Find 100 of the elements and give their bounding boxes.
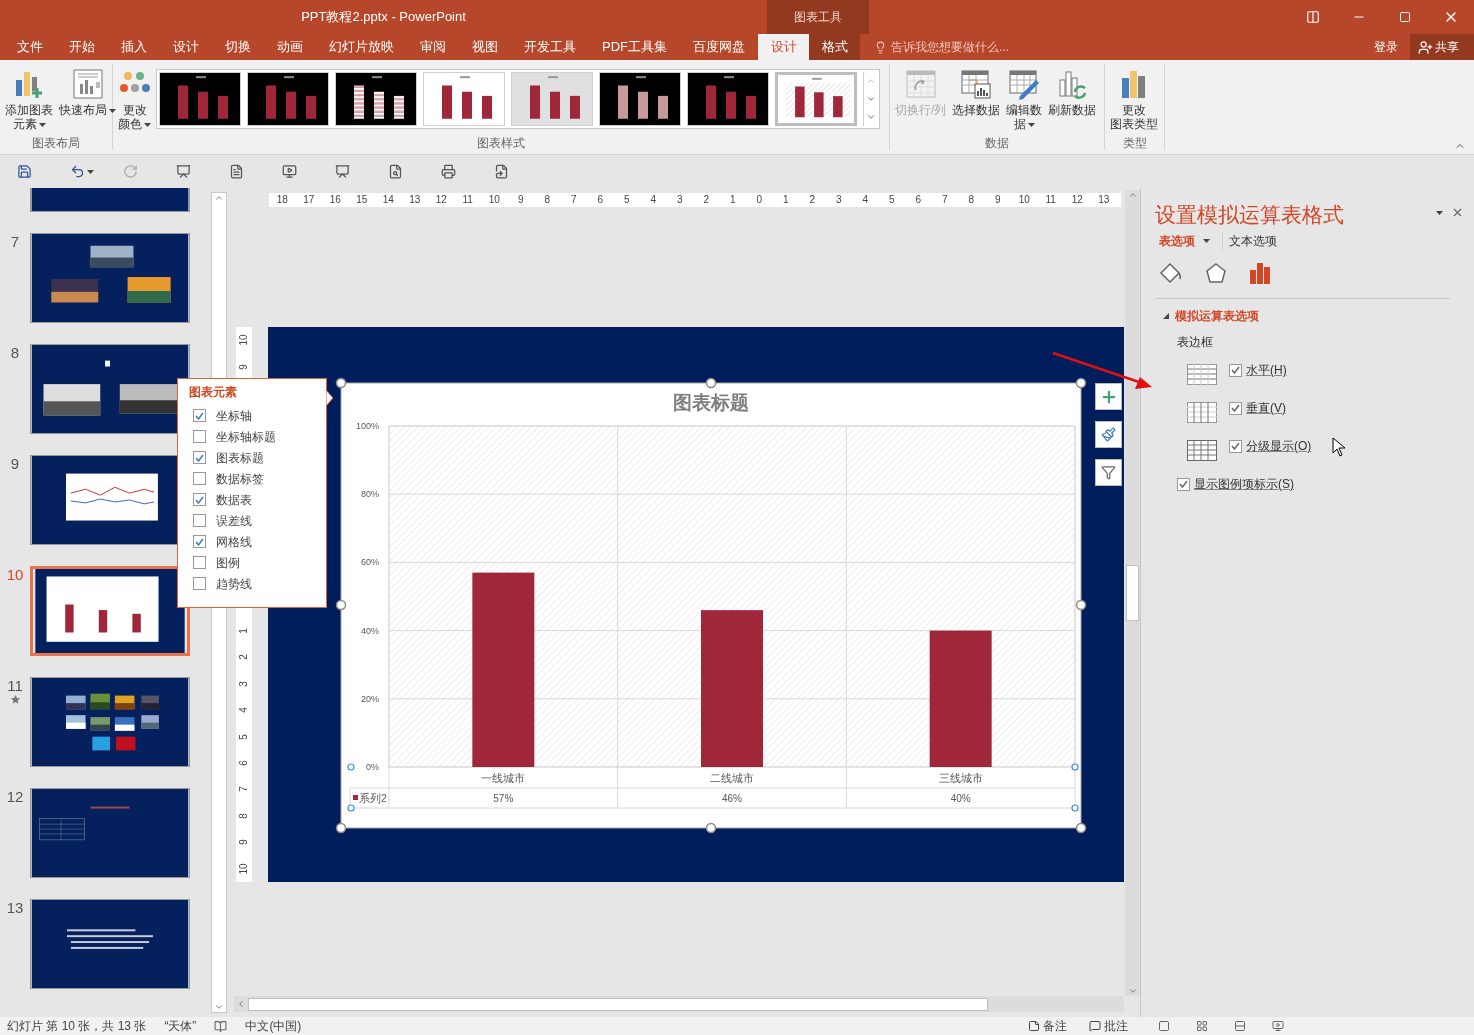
ruler-number: 8 bbox=[967, 193, 976, 207]
ruler-number: 9 bbox=[993, 193, 1002, 207]
category-label: 二线城市 bbox=[710, 772, 754, 784]
button-label: 刷新数据 bbox=[1048, 103, 1097, 117]
ruler-number: 11 bbox=[1044, 193, 1057, 207]
category-label: 一线城市 bbox=[481, 772, 526, 784]
ruler-number: 3 bbox=[239, 680, 249, 687]
category-label: 三线城市 bbox=[938, 772, 983, 784]
checkbox-label: 数据标签 bbox=[216, 470, 264, 488]
table-value: 46% bbox=[722, 793, 742, 804]
button-label: 添加图表 bbox=[5, 103, 53, 117]
ruler-number: 6 bbox=[239, 760, 249, 766]
button-label: 颜色 bbox=[118, 117, 151, 131]
axis-label: 40% bbox=[361, 625, 379, 636]
ruler-number: 7 bbox=[239, 786, 249, 793]
ruler-number: 3 bbox=[834, 193, 843, 207]
button-label: 选择数据 bbox=[952, 103, 1001, 117]
checkbox-label: 趋势线 bbox=[216, 575, 252, 593]
group-label: 图表样式 bbox=[476, 136, 526, 150]
ruler-number: 6 bbox=[596, 193, 605, 207]
ruler-number: 13 bbox=[1097, 193, 1111, 207]
ruler-number: 12 bbox=[1070, 193, 1084, 207]
ruler-number: 10 bbox=[239, 863, 249, 875]
ruler-number: 6 bbox=[914, 193, 923, 207]
ruler-number: 8 bbox=[239, 813, 249, 819]
ruler-number: 13 bbox=[408, 193, 422, 207]
ruler-number: 2 bbox=[239, 654, 249, 661]
ruler-number: 9 bbox=[516, 193, 525, 207]
ruler-number: 0 bbox=[755, 193, 764, 207]
button-label: 快速布局 bbox=[59, 103, 116, 117]
group-label: 数据 bbox=[984, 136, 1010, 150]
ruler-number: 10 bbox=[487, 193, 501, 207]
button-label: 更改 bbox=[1122, 103, 1146, 117]
ruler-number: 1 bbox=[239, 628, 249, 634]
checkbox-label: 水平(H) bbox=[1246, 362, 1287, 379]
slide-number: 12 bbox=[6, 788, 24, 806]
ruler-number: 17 bbox=[302, 193, 316, 207]
checkbox-label: 数据表 bbox=[216, 491, 252, 509]
ruler-number: 4 bbox=[649, 193, 658, 207]
ruler-number: 3 bbox=[675, 193, 684, 207]
slide-number: 8 bbox=[10, 344, 20, 362]
ruler-number: 14 bbox=[381, 193, 395, 207]
checkbox-label: 网格线 bbox=[216, 533, 252, 551]
slide-number: 10 bbox=[6, 566, 24, 584]
slide-number: 13 bbox=[6, 899, 24, 917]
ruler-number: 18 bbox=[275, 193, 289, 207]
axis-label: 20% bbox=[361, 693, 379, 704]
popup-title: 图表元素 bbox=[189, 384, 238, 400]
ruler-number: 16 bbox=[328, 193, 342, 207]
button-label: 据 bbox=[1013, 117, 1035, 131]
ruler-number: 4 bbox=[861, 193, 870, 207]
table-value: 40% bbox=[950, 793, 971, 804]
group-label: 类型 bbox=[1121, 136, 1148, 150]
checkbox-label: 坐标轴标题 bbox=[216, 428, 276, 446]
ruler-number: 2 bbox=[808, 193, 817, 207]
checkbox-label: 图例 bbox=[216, 554, 240, 572]
context-tab-group-label: 图表工具 bbox=[794, 9, 842, 26]
slide-count-text: 幻灯片 第 10 张，共 13 张 bbox=[7, 1018, 147, 1035]
checkbox-label: 图表标题 bbox=[216, 449, 264, 467]
axis-label: 0% bbox=[366, 762, 379, 772]
ruler-number: 11 bbox=[461, 193, 474, 207]
button-label: 更改 bbox=[122, 103, 147, 117]
button-label: 切换行/列 bbox=[895, 103, 947, 117]
ruler-number: 7 bbox=[940, 193, 949, 207]
ruler-number: 5 bbox=[887, 193, 896, 207]
ruler-number: 12 bbox=[434, 193, 448, 207]
axis-label: 60% bbox=[361, 557, 379, 568]
slide-number: 7 bbox=[10, 233, 20, 251]
axis-label: 80% bbox=[361, 489, 379, 500]
subheading: 表边框 bbox=[1177, 334, 1214, 351]
button-label: 编辑数 bbox=[1006, 103, 1043, 117]
ruler-number: 9 bbox=[239, 363, 249, 370]
table-value: 57% bbox=[493, 793, 514, 804]
button-label: 图表类型 bbox=[1110, 117, 1158, 131]
ruler-number: 9 bbox=[239, 839, 249, 846]
checkbox-label: 显示图例项标示(S) bbox=[1194, 476, 1294, 493]
checkbox-label: 误差线 bbox=[216, 512, 252, 530]
ruler-number: 7 bbox=[569, 193, 578, 207]
ruler-number: 4 bbox=[239, 707, 249, 713]
group-label: 图表布局 bbox=[31, 136, 81, 150]
ruler-number: 10 bbox=[1017, 193, 1031, 207]
ruler-number: 1 bbox=[728, 193, 737, 207]
ruler-number: 1 bbox=[781, 193, 790, 207]
slide-number: 9 bbox=[10, 455, 20, 473]
ruler-number: 8 bbox=[543, 193, 552, 207]
ruler-number: 15 bbox=[355, 193, 369, 207]
slide-number: 11 bbox=[7, 677, 23, 695]
pane-title: 设置模拟运算表格式 bbox=[1155, 202, 1344, 228]
ruler-number: 5 bbox=[239, 733, 249, 740]
ruler-number: 10 bbox=[239, 334, 249, 346]
series-label: 系列2 bbox=[359, 792, 387, 804]
checkbox-label: 分级显示(O) bbox=[1246, 438, 1312, 455]
axis-label: 100% bbox=[355, 421, 379, 431]
ruler-number: 2 bbox=[702, 193, 711, 207]
button-label: 元素 bbox=[12, 117, 46, 131]
theme-name: “天体” bbox=[164, 1018, 197, 1035]
window-title: PPT教程2.pptx - PowerPoint bbox=[301, 8, 466, 27]
checkbox-label: 坐标轴 bbox=[216, 407, 252, 425]
ruler-number: 5 bbox=[622, 193, 631, 207]
checkbox-label: 垂直(V) bbox=[1246, 400, 1286, 417]
